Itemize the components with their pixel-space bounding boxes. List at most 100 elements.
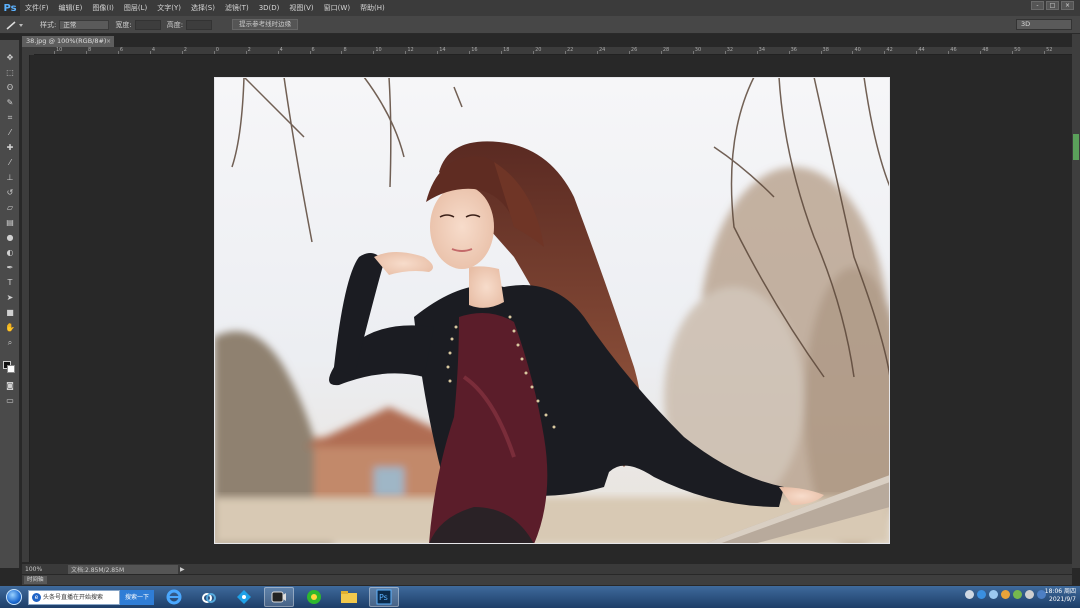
background-color-swatch[interactable]: [7, 365, 15, 373]
ruler-tick-label: 16: [471, 47, 478, 53]
ruler-origin[interactable]: [22, 47, 34, 55]
taskbar-search-button[interactable]: 搜索一下: [120, 589, 154, 605]
update-tray-icon[interactable]: [1013, 590, 1022, 599]
hand-tool-icon[interactable]: ✋: [4, 322, 16, 333]
type-tool-icon[interactable]: T: [4, 277, 16, 288]
gradient-tool-icon[interactable]: ▤: [4, 217, 16, 228]
ruler-tick: [405, 51, 407, 54]
taskbar-app-blue[interactable]: [229, 587, 259, 607]
refine-edge-button[interactable]: 提示参考线时边缘: [232, 19, 299, 30]
menu-image[interactable]: 图像(I): [87, 3, 119, 13]
keyboard-tray-icon[interactable]: [965, 590, 974, 599]
eraser-tool-icon[interactable]: ▱: [4, 202, 16, 213]
security-tray-icon[interactable]: [1001, 590, 1010, 599]
taskbar-ie[interactable]: [159, 587, 189, 607]
minimize-button[interactable]: -: [1031, 1, 1044, 10]
timeline-tab[interactable]: 时间轴: [24, 576, 47, 584]
history-brush-icon[interactable]: ↺: [4, 187, 16, 198]
vertical-ruler[interactable]: [22, 55, 30, 562]
screen-mode-icon[interactable]: ▭: [4, 395, 16, 406]
ruler-tick-label: 14: [439, 47, 446, 53]
ruler-tick-label: 36: [790, 47, 797, 53]
blur-tool-icon[interactable]: ●: [4, 232, 16, 243]
taskbar-search-input[interactable]: e 头条号直播在开始搜索: [28, 589, 120, 605]
stamp-tool-icon[interactable]: ⊥: [4, 172, 16, 183]
ruler-tick-label: 0: [215, 47, 219, 53]
document-close-icon[interactable]: ×: [106, 36, 111, 47]
menu-type[interactable]: 文字(Y): [152, 3, 186, 13]
taskbar-file-explorer[interactable]: [334, 587, 364, 607]
panel-collapse-handle[interactable]: [1073, 134, 1079, 160]
taskbar-photoshop[interactable]: Ps: [369, 587, 399, 607]
menu-3d[interactable]: 3D(D): [254, 4, 285, 12]
folder-icon: [341, 591, 357, 603]
brush-tool-icon[interactable]: ⁄: [4, 157, 16, 168]
path-select-tool-icon[interactable]: ➤: [4, 292, 16, 303]
ruler-tick: [980, 51, 982, 54]
quick-select-tool-icon[interactable]: ✎: [4, 97, 16, 108]
clock-time: 18:06 周四: [1044, 588, 1076, 595]
dodge-tool-icon[interactable]: ◐: [4, 247, 16, 258]
zoom-tool-icon[interactable]: ⌕: [4, 337, 16, 348]
menu-file[interactable]: 文件(F): [20, 3, 54, 13]
height-input[interactable]: [186, 19, 213, 30]
maximize-button[interactable]: □: [1046, 1, 1059, 10]
menu-window[interactable]: 窗口(W): [319, 3, 355, 13]
ruler-tick-label: 42: [886, 47, 893, 53]
document-tab[interactable]: 38.jpg @ 100%(RGB/8#) ×: [22, 36, 114, 47]
taskbar-screen-recorder[interactable]: [264, 587, 294, 607]
ruler-tick: [469, 51, 471, 54]
taskbar-baidu-netdisk[interactable]: [194, 587, 224, 607]
network-tray-icon[interactable]: [989, 590, 998, 599]
menu-filter[interactable]: 滤镜(T): [220, 3, 254, 13]
style-select[interactable]: 正常: [59, 19, 110, 30]
close-button[interactable]: ×: [1061, 1, 1074, 10]
ruler-tick-label: 6: [311, 47, 315, 53]
document-tab-title: 38.jpg @ 100%(RGB/8#): [26, 37, 107, 45]
document-image[interactable]: [214, 77, 890, 544]
taskbar-browser-green[interactable]: [299, 587, 329, 607]
internet-explorer-icon: [166, 589, 182, 605]
ruler-tick: [341, 51, 343, 54]
menu-help[interactable]: 帮助(H): [355, 3, 390, 13]
horizontal-ruler[interactable]: 10 8 6 4 2 0 2 4 6 8 10 12 14 16 18 20 22 24 26 28 30 32 34 36 3…: [34, 47, 1072, 55]
style-label: 样式:: [40, 20, 57, 29]
lasso-tool-icon[interactable]: ʘ: [4, 82, 16, 93]
options-bar: 样式: 正常 宽度: 高度: 提示参考线时边缘 3D: [0, 16, 1080, 34]
shape-tool-icon[interactable]: ■: [4, 307, 16, 318]
tool-preset-picker[interactable]: [4, 18, 34, 32]
menu-edit[interactable]: 编辑(E): [54, 3, 88, 13]
marquee-tool-icon[interactable]: ⬚: [4, 67, 16, 78]
ruler-tick: [692, 51, 694, 54]
status-menu-arrow[interactable]: ▶: [180, 566, 185, 573]
start-button[interactable]: [0, 586, 28, 608]
crop-tool-icon[interactable]: ⌗: [4, 112, 16, 123]
move-tool-icon[interactable]: ✥: [4, 52, 16, 63]
ruler-tick: [373, 51, 375, 54]
status-bar: 100% 文档:2.85M/2.85M ▶: [22, 564, 1072, 574]
zoom-level[interactable]: 100%: [22, 566, 48, 573]
ruler-tick: [724, 51, 726, 54]
clock-date: 2021/9/7: [1049, 596, 1076, 603]
pen-tool-icon[interactable]: ✒: [4, 262, 16, 273]
ruler-tick-label: 6: [119, 47, 124, 53]
ruler-tick-label: 18: [503, 47, 510, 53]
ruler-tick: [596, 51, 598, 54]
healing-tool-icon[interactable]: ✚: [4, 142, 16, 153]
eyedropper-tool-icon[interactable]: ⁄: [4, 127, 16, 138]
ruler-tick-label: 52: [1046, 47, 1053, 53]
width-input[interactable]: [134, 19, 161, 30]
ruler-tick-label: 10: [375, 47, 382, 53]
brush-preset-icon: [6, 20, 23, 30]
volume-tray-icon[interactable]: [1025, 590, 1034, 599]
ruler-tick: [852, 51, 854, 54]
workspace-select[interactable]: 3D: [1016, 19, 1072, 30]
help-tray-icon[interactable]: [977, 590, 986, 599]
quick-mask-icon[interactable]: ◙: [4, 380, 16, 391]
menu-select[interactable]: 选择(S): [186, 3, 220, 13]
ruler-tick: [884, 51, 886, 54]
menu-layer[interactable]: 图层(L): [119, 3, 152, 13]
ruler-tick: [628, 51, 630, 54]
taskbar-clock[interactable]: 18:06 周四 2021/9/7: [1045, 588, 1076, 604]
menu-view[interactable]: 视图(V): [284, 3, 318, 13]
